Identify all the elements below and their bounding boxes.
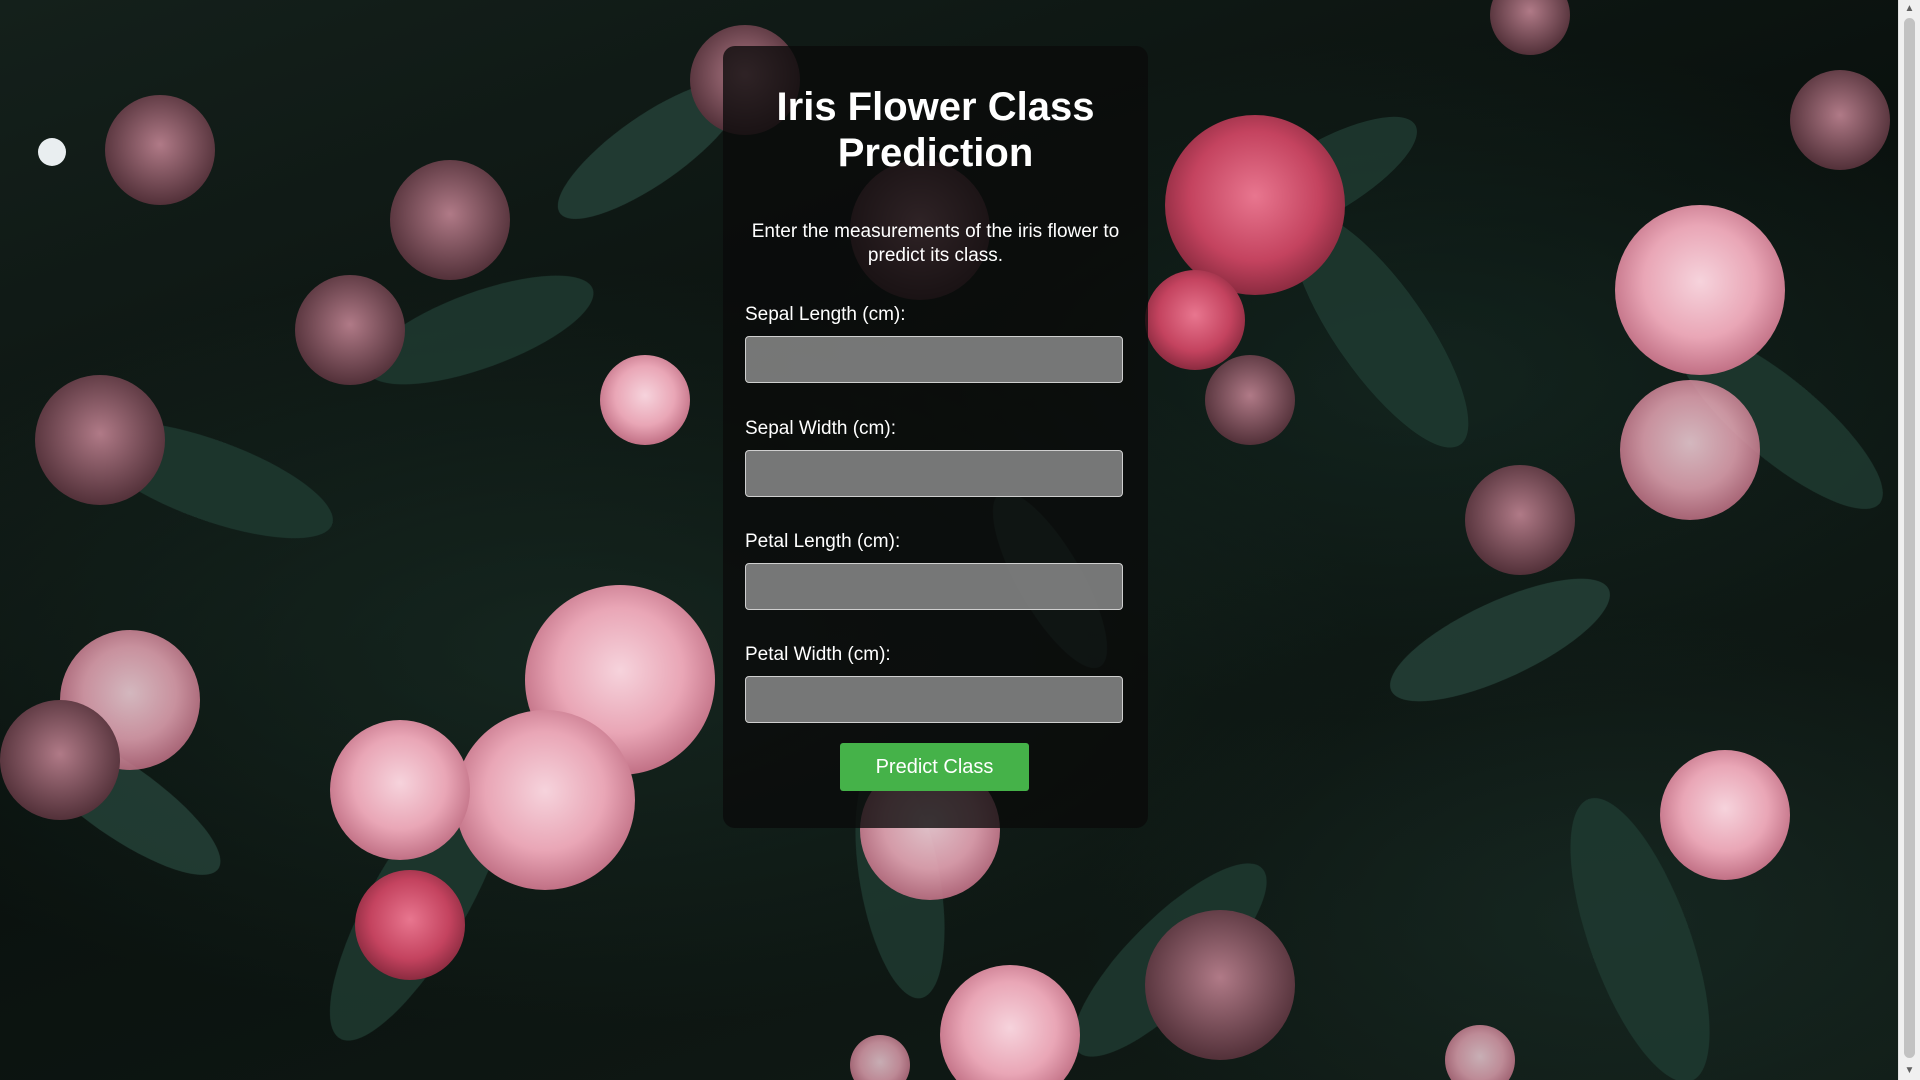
- vertical-scrollbar[interactable]: ▲ ▼: [1898, 0, 1920, 1080]
- sepal-length-label: Sepal Length (cm):: [745, 304, 906, 325]
- prediction-card: Iris Flower Class Prediction Enter the m…: [723, 46, 1148, 828]
- sepal-width-label: Sepal Width (cm):: [745, 418, 896, 439]
- page-subtitle: Enter the measurements of the iris flowe…: [751, 221, 1120, 266]
- petal-length-label: Petal Length (cm):: [745, 531, 901, 552]
- scrollbar-thumb[interactable]: [1904, 18, 1915, 1058]
- sepal-width-input[interactable]: [745, 450, 1123, 497]
- sepal-length-input[interactable]: [745, 336, 1123, 383]
- petal-width-input[interactable]: [745, 676, 1123, 723]
- scroll-up-arrow-icon[interactable]: ▲: [1899, 0, 1920, 18]
- page-title: Iris Flower Class Prediction: [776, 85, 1095, 175]
- scroll-down-arrow-icon[interactable]: ▼: [1899, 1062, 1920, 1080]
- petal-length-input[interactable]: [745, 563, 1123, 610]
- predict-class-button[interactable]: Predict Class: [840, 743, 1029, 791]
- petal-width-label: Petal Width (cm):: [745, 644, 891, 665]
